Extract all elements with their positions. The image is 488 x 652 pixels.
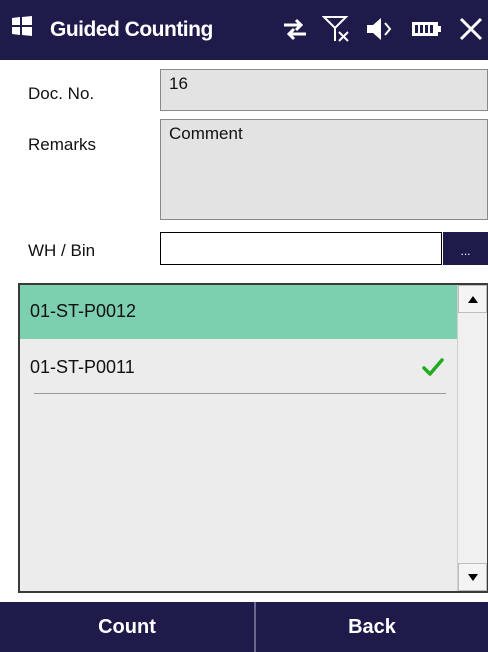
list-item-label: 01-ST-P0011: [30, 357, 135, 377]
arrow-down-icon: [468, 574, 478, 581]
windows-logo-icon[interactable]: [10, 14, 34, 38]
arrow-up-icon: [468, 296, 478, 303]
doc-no-field: 16: [160, 69, 488, 111]
list-item[interactable]: 01-ST-P0012: [20, 285, 457, 339]
close-icon[interactable]: [456, 14, 486, 44]
checkmark-icon: [422, 358, 444, 376]
wh-bin-input[interactable]: [160, 232, 442, 265]
speaker-icon[interactable]: [364, 14, 394, 44]
scroll-up-button[interactable]: [458, 285, 487, 313]
bin-list[interactable]: 01-ST-P0012 01-ST-P0011: [18, 283, 488, 593]
doc-no-label: Doc. No.: [28, 84, 95, 103]
count-button[interactable]: Count: [0, 602, 254, 652]
wh-bin-label: WH / Bin: [28, 241, 96, 260]
list-item-label: 01-ST-P0012: [30, 301, 137, 321]
back-button[interactable]: Back: [256, 602, 488, 652]
list-item[interactable]: 01-ST-P0011: [20, 341, 457, 395]
scroll-down-button[interactable]: [458, 563, 487, 591]
sync-arrows-icon[interactable]: [280, 14, 310, 44]
app-title: Guided Counting: [50, 18, 213, 41]
remarks-field[interactable]: Comment: [160, 119, 488, 220]
scrollbar[interactable]: [457, 285, 487, 591]
list-divider: [34, 393, 446, 394]
battery-icon[interactable]: [408, 14, 444, 44]
no-signal-icon[interactable]: [322, 14, 352, 44]
title-bar: Guided Counting: [0, 0, 488, 60]
bottom-bar: Count Back: [0, 602, 488, 652]
browse-button[interactable]: ...: [443, 232, 488, 265]
remarks-label: Remarks: [28, 135, 97, 154]
